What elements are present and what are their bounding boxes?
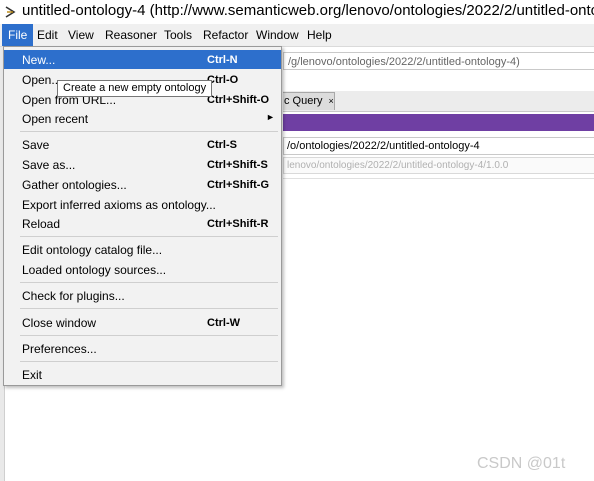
menu-separator (20, 335, 278, 336)
menu-item-edit-catalog[interactable]: Edit ontology catalog file... (4, 240, 281, 259)
submenu-arrow-icon: ► (266, 112, 275, 122)
menu-item-label: Save as... (22, 158, 76, 172)
menu-item-shortcut: Ctrl-S (207, 139, 237, 151)
menu-window[interactable]: Window (250, 24, 305, 46)
window-title: untitled-ontology-4 (http://www.semantic… (22, 2, 594, 19)
menu-item-label: Export inferred axioms as ontology... (22, 198, 216, 212)
menu-item-label: New... (22, 53, 56, 67)
menu-item-label: Open recent (22, 112, 89, 126)
ontology-iri-field[interactable]: /o/ontologies/2022/2/untitled-ontology-4 (283, 137, 594, 155)
tooltip: Create a new empty ontology (57, 80, 213, 97)
menu-item-label: Loaded ontology sources... (22, 263, 167, 277)
menu-item-save[interactable]: Save Ctrl-S (4, 135, 281, 154)
menu-bar: File Edit View Reasoner Tools Refactor W… (0, 24, 594, 47)
tab-dl-query-label: c Query (284, 95, 323, 107)
menu-item-gather-ontologies[interactable]: Gather ontologies... Ctrl+Shift-G (4, 175, 281, 194)
menu-separator (20, 131, 278, 132)
menu-help[interactable]: Help (301, 24, 338, 46)
menu-item-exit[interactable]: Exit (4, 365, 281, 384)
menu-item-loaded-sources[interactable]: Loaded ontology sources... (4, 260, 281, 279)
file-menu-dropdown: New... Ctrl-N Open... Ctrl-O Open from U… (3, 46, 282, 386)
tab-dl-query[interactable]: c Query × (283, 92, 335, 110)
menu-separator (20, 282, 278, 283)
menu-item-open-recent[interactable]: Open recent ► (4, 109, 281, 128)
ontology-version-iri-field[interactable]: lenovo/ontologies/2022/2/untitled-ontolo… (283, 157, 594, 174)
active-ontology-iri-field[interactable]: /g/lenovo/ontologies/2022/2/untitled-ont… (283, 52, 594, 70)
divider (283, 178, 594, 179)
menu-item-label: Gather ontologies... (22, 178, 127, 192)
menu-item-check-plugins[interactable]: Check for plugins... (4, 286, 281, 305)
menu-item-label: Open... (22, 73, 62, 87)
menu-item-shortcut: Ctrl+Shift-R (207, 218, 269, 230)
menu-file[interactable]: File (2, 24, 34, 46)
protege-app-icon (4, 5, 16, 22)
menu-tools[interactable]: Tools (158, 24, 198, 46)
menu-item-close-window[interactable]: Close window Ctrl-W (4, 313, 281, 332)
menu-item-preferences[interactable]: Preferences... (4, 339, 281, 358)
menu-item-label: Reload (22, 217, 61, 231)
title-bar: untitled-ontology-4 (http://www.semantic… (0, 0, 594, 24)
menu-item-reload[interactable]: Reload Ctrl+Shift-R (4, 214, 281, 233)
menu-refactor[interactable]: Refactor (197, 24, 254, 46)
menu-item-label: Edit ontology catalog file... (22, 243, 163, 257)
menu-item-new[interactable]: New... Ctrl-N (4, 50, 281, 69)
tab-close-icon[interactable]: × (329, 96, 334, 106)
menu-item-save-as[interactable]: Save as... Ctrl+Shift-S (4, 155, 281, 174)
menu-item-label: Check for plugins... (22, 289, 125, 303)
menu-item-shortcut: Ctrl+Shift-G (207, 179, 270, 191)
menu-item-label: Save (22, 138, 50, 152)
menu-separator (20, 308, 278, 309)
menu-item-shortcut: Ctrl-N (207, 54, 238, 66)
menu-item-shortcut: Ctrl+Shift-S (207, 159, 268, 171)
menu-separator (20, 236, 278, 237)
ontology-header-bar (283, 114, 594, 131)
menu-item-label: Close window (22, 316, 97, 330)
menu-edit[interactable]: Edit (31, 24, 64, 46)
menu-separator (20, 361, 278, 362)
menu-item-label: Exit (22, 368, 43, 382)
menu-reasoner[interactable]: Reasoner (99, 24, 163, 46)
menu-item-export-inferred-axioms[interactable]: Export inferred axioms as ontology... (4, 195, 281, 214)
menu-item-shortcut: Ctrl-W (207, 317, 240, 329)
watermark: CSDN @01t (477, 455, 566, 472)
menu-view[interactable]: View (62, 24, 100, 46)
menu-item-label: Preferences... (22, 342, 97, 356)
menu-item-shortcut: Ctrl+Shift-O (207, 94, 270, 106)
